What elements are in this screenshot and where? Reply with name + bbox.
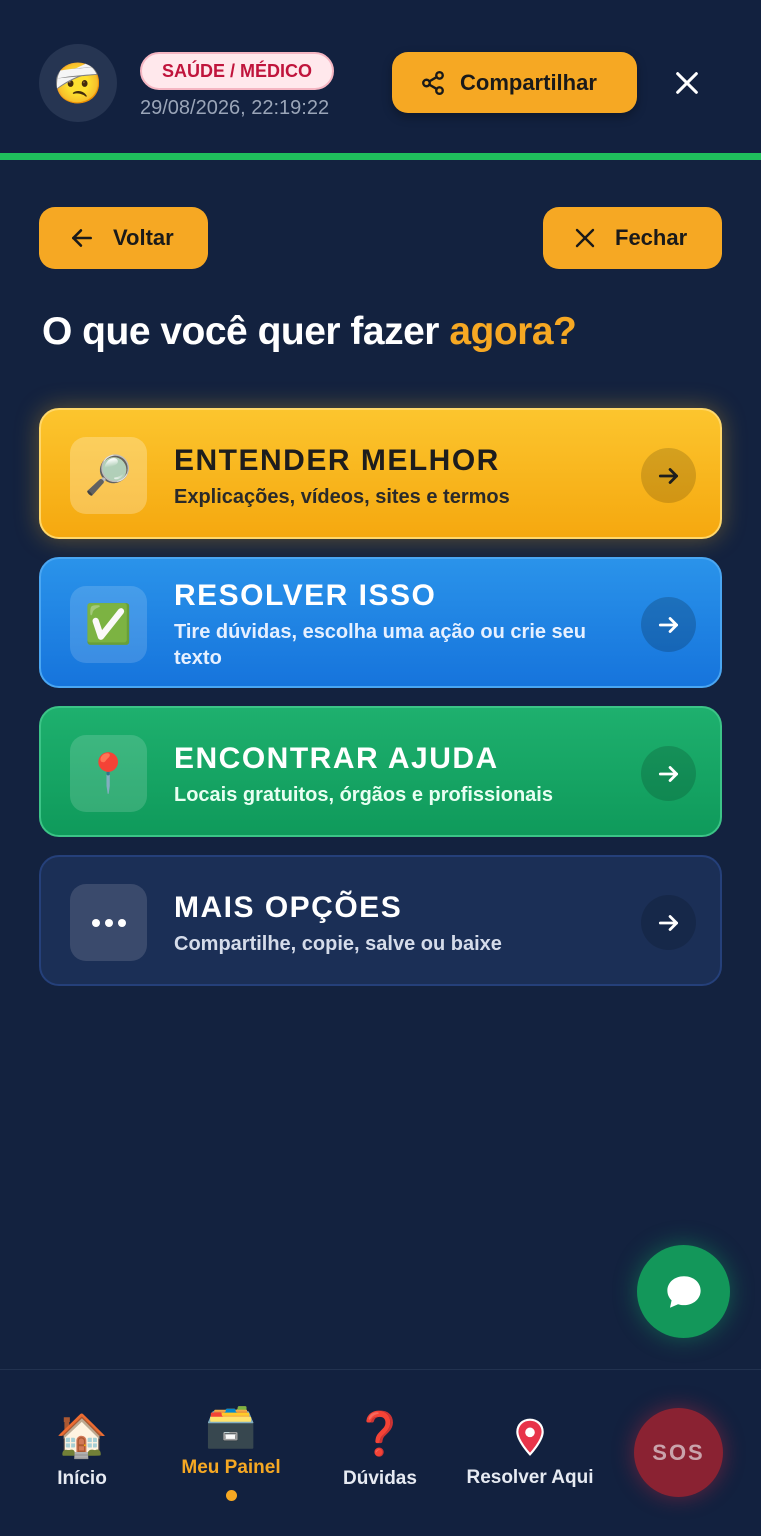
question-icon: ❓ — [353, 1410, 407, 1457]
close-panel-button[interactable]: Fechar — [543, 207, 722, 269]
back-button[interactable]: Voltar — [39, 207, 208, 269]
location-pin-icon — [514, 1418, 546, 1466]
location-pin-icon: 📍 — [70, 735, 147, 812]
card-title: ENTENDER MELHOR — [174, 444, 500, 477]
share-icon — [422, 70, 444, 95]
nav-label: Dúvidas — [343, 1468, 417, 1489]
chat-button[interactable] — [637, 1245, 730, 1338]
magnifier-icon: 🔎 — [70, 437, 147, 514]
understand-better-card[interactable]: 🔎 ENTENDER MELHOR Explicações, vídeos, s… — [39, 408, 722, 539]
card-subtitle: Tire dúvidas, escolha uma ação ou crie s… — [174, 621, 587, 669]
header: 🤕 SAÚDE / MÉDICO 29/08/2026, 22:19:22 Co… — [0, 0, 761, 153]
bottom-navigation: 🏠 Início 🗃️ Meu Painel ❓ Dúvidas Resolve… — [0, 1369, 761, 1536]
home-icon: 🏠 — [55, 1412, 109, 1459]
close-icon — [575, 228, 595, 248]
arrow-right-icon — [641, 746, 696, 801]
nav-item-my-panel[interactable]: 🗃️ Meu Painel — [171, 1370, 291, 1536]
progress-bar — [0, 153, 761, 160]
page-title-main: O que você quer fazer — [42, 310, 450, 353]
close-button[interactable] — [668, 64, 706, 102]
more-icon — [70, 884, 147, 961]
card-title: ENCONTRAR AJUDA — [174, 742, 499, 775]
solve-this-card[interactable]: ✅ RESOLVER ISSO Tire dúvidas, escolha um… — [39, 557, 722, 688]
close-icon — [676, 72, 698, 94]
more-options-card[interactable]: MAIS OPÇÕES Compartilhe, copie, salve ou… — [39, 855, 722, 986]
card-subtitle: Explicações, vídeos, sites e termos — [174, 486, 510, 508]
page-title: O que você quer fazer agora? — [42, 310, 577, 354]
share-label: Compartilhar — [460, 69, 597, 95]
nav-label: Início — [57, 1468, 107, 1489]
find-help-card[interactable]: 📍 ENCONTRAR AJUDA Locais gratuitos, órgã… — [39, 706, 722, 837]
page-title-accent: agora? — [449, 310, 577, 353]
nav-label: Meu Painel — [181, 1457, 281, 1478]
nav-item-home[interactable]: 🏠 Início — [32, 1370, 132, 1536]
card-subtitle: Compartilhe, copie, salve ou baixe — [174, 933, 502, 955]
injured-face-icon: 🤕 — [53, 61, 103, 106]
share-button[interactable]: Compartilhar — [392, 52, 637, 113]
avatar: 🤕 — [39, 44, 117, 122]
active-indicator — [226, 1490, 237, 1501]
nav-item-questions[interactable]: ❓ Dúvidas — [330, 1370, 430, 1536]
close-label: Fechar — [615, 225, 688, 250]
card-subtitle: Locais gratuitos, órgãos e profissionais — [174, 784, 553, 806]
arrow-left-icon — [72, 229, 92, 247]
nav-label: Resolver Aqui — [466, 1467, 594, 1488]
arrow-right-icon — [641, 448, 696, 503]
category-badge: SAÚDE / MÉDICO — [140, 52, 335, 90]
arrow-right-icon — [641, 895, 696, 950]
card-title: RESOLVER ISSO — [174, 579, 437, 612]
arrow-right-icon — [641, 597, 696, 652]
back-label: Voltar — [113, 225, 174, 250]
timestamp: 29/08/2026, 22:19:22 — [140, 97, 330, 119]
sos-button[interactable]: SOS — [634, 1408, 723, 1497]
check-icon: ✅ — [70, 586, 147, 663]
file-cabinet-icon: 🗃️ — [204, 1402, 258, 1449]
card-title: MAIS OPÇÕES — [174, 891, 403, 924]
nav-item-solve-here[interactable]: Resolver Aqui — [456, 1370, 604, 1536]
chat-bubble-icon — [666, 1275, 701, 1308]
